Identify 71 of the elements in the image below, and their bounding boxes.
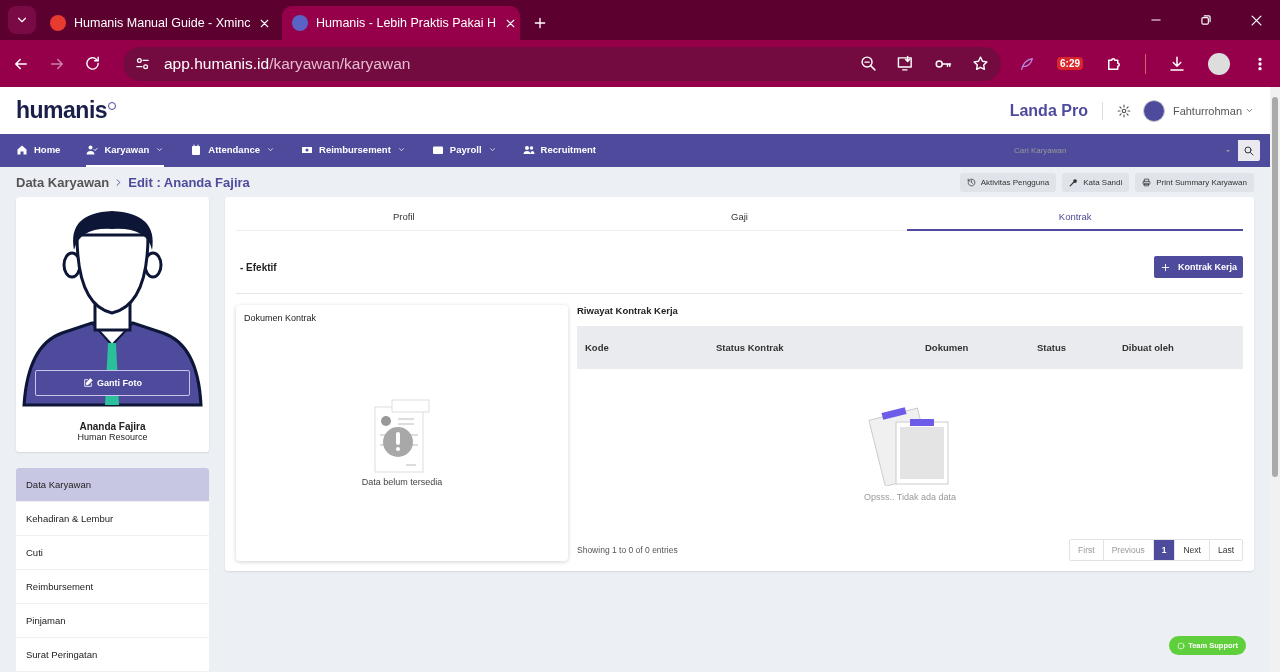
feather-icon <box>1019 55 1035 72</box>
site-favicon-icon <box>292 15 308 31</box>
plus-icon <box>1159 261 1171 273</box>
close-icon <box>1249 13 1264 28</box>
app-logo[interactable]: humanis <box>16 97 108 124</box>
settings-icon <box>1116 103 1131 118</box>
users-icon <box>522 143 535 156</box>
profile-avatar[interactable] <box>1208 52 1230 75</box>
column-header: Status Kontrak <box>716 342 785 353</box>
change-photo-button[interactable]: Ganti Foto <box>35 370 190 396</box>
side-menu-item[interactable]: Surat Peringatan <box>16 638 209 672</box>
empty-message: Opsss.. Tidak ada data <box>863 492 957 502</box>
search-button[interactable] <box>1238 140 1260 161</box>
install-icon <box>897 54 914 72</box>
address-bar[interactable]: app.humanis.id/karyawan/karyawan <box>123 46 1001 81</box>
panel-title: Dokumen Kontrak <box>244 313 318 323</box>
nav-item[interactable]: Recruitment <box>522 134 596 167</box>
restore-icon <box>1199 13 1213 27</box>
side-menu-item[interactable]: Data Karyawan <box>16 468 209 502</box>
add-contract-button[interactable]: Kontrak Kerja <box>1153 256 1243 278</box>
column-header: Status <box>1037 342 1068 353</box>
user-avatar[interactable] <box>1142 99 1165 122</box>
breadcrumb-current: Edit : Ananda Fajira <box>128 174 250 190</box>
column-header: Dokumen <box>925 342 970 353</box>
house-icon <box>16 143 28 156</box>
tab[interactable]: Kontrak <box>907 205 1243 231</box>
chevron-down-icon <box>1245 106 1254 115</box>
breadcrumb-link[interactable]: Data Karyawan <box>16 174 110 190</box>
site-settings-icon <box>135 56 150 71</box>
employee-role: Human Resource <box>77 432 148 442</box>
scrollbar[interactable] <box>1270 87 1280 672</box>
table-title: Riwayat Kontrak Kerja <box>577 305 679 318</box>
reload-icon <box>84 55 101 72</box>
side-menu-item[interactable]: Reimbursement <box>16 570 209 604</box>
column-header: Kode <box>585 342 610 353</box>
entries-info: Showing 1 to 0 of 0 entries <box>577 545 678 555</box>
calendar-icon <box>190 143 203 156</box>
action-button[interactable]: Aktivitas Pengguna <box>959 172 1057 192</box>
edit-icon <box>83 378 93 388</box>
side-menu-item[interactable]: Kehadiran & Lembur <box>16 502 209 536</box>
browser-tab[interactable]: Humanis - Lebih Praktis Pakai H <box>282 6 520 40</box>
printer-icon <box>1142 177 1152 187</box>
browser-tab[interactable]: Humanis Manual Guide - Xminc <box>40 6 278 40</box>
search-icon <box>1243 144 1255 157</box>
user-menu[interactable]: Fahturrohman <box>1172 104 1254 117</box>
download-icon <box>1168 54 1186 73</box>
employee-name: Ananda Fajira <box>79 421 146 432</box>
company-name: Landa Pro <box>1009 101 1103 120</box>
nav-item[interactable]: Home <box>16 134 61 167</box>
history-icon <box>966 177 976 187</box>
section-title: - Efektif <box>239 261 277 273</box>
pagination-button[interactable]: 1 <box>1152 540 1175 560</box>
star-icon <box>972 54 989 72</box>
extension-badge[interactable]: 6:29 <box>1057 57 1083 70</box>
column-header: Dibuat oleh <box>1122 342 1175 353</box>
action-button[interactable]: Print Summary Karyawan <box>1135 172 1254 192</box>
nav-item[interactable]: Reimbursement <box>301 134 406 167</box>
site-favicon-icon <box>50 15 66 31</box>
side-menu-item[interactable]: Cuti <box>16 536 209 570</box>
nav-item[interactable]: Attendance <box>190 134 276 167</box>
tab[interactable]: Profil <box>236 205 572 231</box>
pagination-button[interactable]: Last <box>1208 540 1242 560</box>
empty-message: Data belum tersedia <box>361 477 443 487</box>
side-menu-item[interactable]: Pinjaman <box>16 604 209 638</box>
tab[interactable]: Gaji <box>571 205 908 231</box>
new-tab-icon <box>532 15 548 31</box>
nav-item[interactable]: Payroll <box>431 134 497 167</box>
zoom-out-icon <box>860 54 877 72</box>
nav-item[interactable]: Karyawan <box>86 134 165 167</box>
user-check-icon <box>86 143 99 156</box>
action-button[interactable]: Kata Sandi <box>1062 172 1130 192</box>
